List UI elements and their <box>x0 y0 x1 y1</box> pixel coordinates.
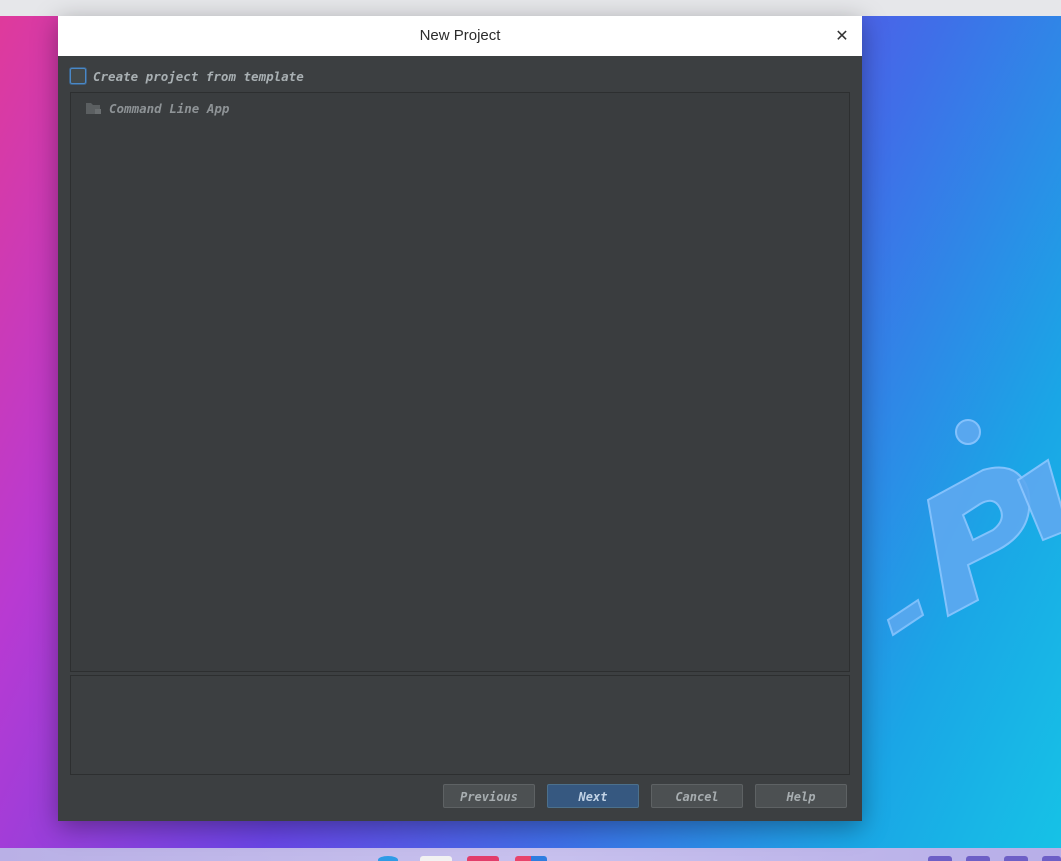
template-description-panel <box>70 675 850 775</box>
create-from-template-label[interactable]: Create project from template <box>93 69 304 84</box>
list-item-label: Command Line App <box>109 100 230 116</box>
folder-icon <box>86 103 101 114</box>
taskbar-app-icon[interactable] <box>420 856 452 861</box>
next-button[interactable]: Next <box>547 784 639 808</box>
taskbar-app-icon[interactable] <box>467 856 499 861</box>
taskbar-tray-icon[interactable] <box>966 856 990 861</box>
template-list[interactable]: Command Line App <box>70 92 850 672</box>
taskbar-tray-icon[interactable] <box>1042 856 1061 861</box>
list-item[interactable]: Command Line App <box>85 99 229 117</box>
taskbar-tray-icon[interactable] <box>1004 856 1028 861</box>
dialog-title: New Project <box>419 27 501 44</box>
taskbar-tray-icon[interactable] <box>928 856 952 861</box>
help-button[interactable]: Help <box>755 784 847 808</box>
close-icon[interactable]: ✕ <box>832 26 852 46</box>
top-panel <box>0 0 1061 16</box>
previous-button[interactable]: Previous <box>443 784 535 808</box>
taskbar-app-icon[interactable] <box>378 856 398 861</box>
dialog-titlebar: New Project ✕ <box>58 16 862 56</box>
new-project-dialog: New Project ✕ Create project from templa… <box>58 16 862 821</box>
create-from-template-option[interactable]: Create project from template <box>70 66 304 86</box>
create-from-template-checkbox[interactable] <box>70 68 86 84</box>
taskbar-app-icon[interactable] <box>515 856 547 861</box>
wallpaper-logo <box>886 419 1061 637</box>
cancel-button[interactable]: Cancel <box>651 784 743 808</box>
